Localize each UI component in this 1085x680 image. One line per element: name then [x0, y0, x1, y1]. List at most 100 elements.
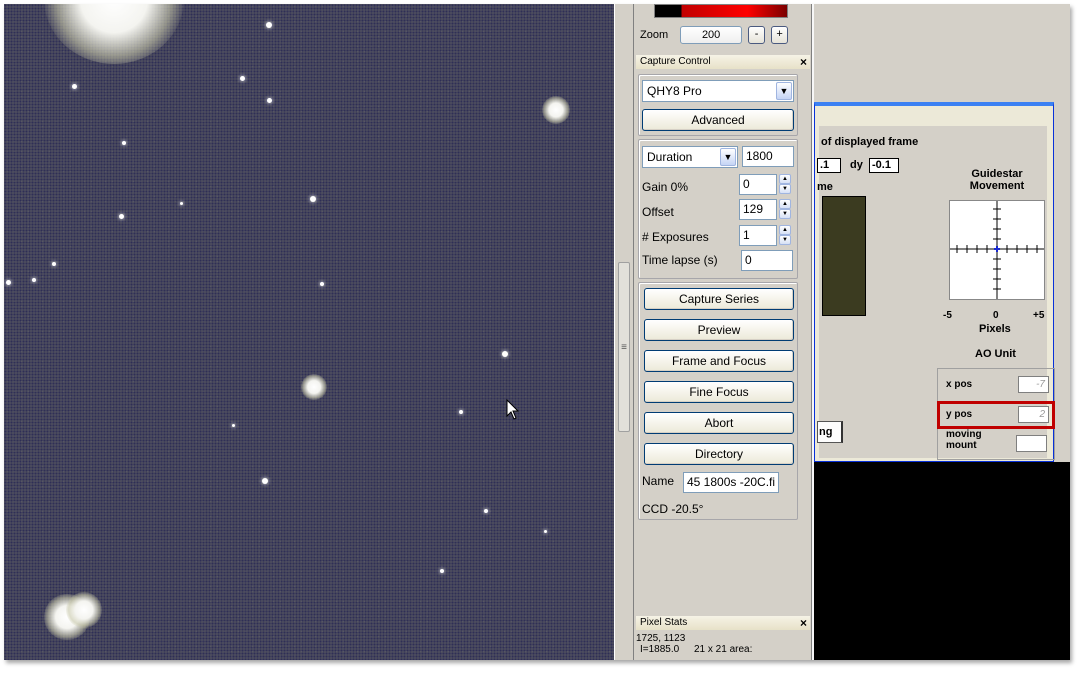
abort-button[interactable]: Abort [644, 412, 794, 434]
zoom-input[interactable]: 200 [680, 26, 743, 44]
bright-star-pair [66, 592, 102, 628]
duration-input[interactable]: 1800 [742, 146, 794, 167]
star [266, 22, 272, 28]
preview-button[interactable]: Preview [644, 319, 794, 341]
directory-button[interactable]: Directory [644, 443, 794, 465]
capture-buttons-group: Capture Series Preview Frame and Focus F… [638, 282, 798, 520]
dx-field[interactable]: .1 [817, 158, 841, 173]
axis-zero-label: 0 [993, 310, 999, 321]
exposures-spinner[interactable]: ▲ ▼ [779, 225, 791, 246]
moving-label-line2: mount [946, 440, 977, 451]
spin-down-icon[interactable]: ▼ [779, 184, 791, 194]
offset-label: Offset [642, 205, 674, 219]
x-pos-label: x pos [946, 379, 973, 390]
axis-pixels-label: Pixels [979, 323, 1011, 335]
chevron-down-icon[interactable]: ▼ [776, 82, 792, 100]
guide-frame-view[interactable] [822, 196, 866, 316]
guidestar-title: Guidestar Movement [947, 168, 1047, 192]
ccd-temperature: CCD -20.5° [642, 502, 704, 516]
close-icon[interactable]: × [800, 55, 807, 69]
star [267, 98, 272, 103]
spin-up-icon[interactable]: ▲ [779, 199, 791, 209]
camera-select-value: QHY8 Pro [647, 84, 702, 98]
zoom-out-button[interactable]: - [748, 26, 766, 44]
pixel-area: 21 x 21 area: [694, 644, 753, 655]
spin-up-icon[interactable]: ▲ [779, 174, 791, 184]
axis-max-label: +5 [1033, 310, 1045, 321]
star-image-view[interactable] [4, 4, 614, 660]
capture-series-button[interactable]: Capture Series [644, 288, 794, 310]
star [240, 76, 245, 81]
splitter-grip-icon[interactable]: ≡ [618, 262, 630, 432]
spin-up-icon[interactable]: ▲ [779, 225, 791, 235]
fine-focus-button[interactable]: Fine Focus [644, 381, 794, 403]
star [440, 569, 444, 573]
histogram[interactable] [654, 4, 788, 18]
y-pos-highlight [937, 401, 1055, 429]
guidestar-movement-graph [949, 200, 1045, 300]
black-background [814, 462, 1070, 660]
movement-crosshair-icon [950, 201, 1044, 299]
bright-galaxy [44, 4, 184, 64]
mouse-cursor-icon [506, 399, 520, 420]
timelapse-label: Time lapse (s) [642, 253, 718, 267]
moving-mount-field[interactable] [1016, 435, 1047, 452]
star [122, 141, 126, 145]
star [502, 351, 508, 357]
dy-label: dy [850, 159, 863, 171]
moving-label-line1: moving [946, 429, 982, 440]
panel-splitter[interactable]: ≡ [614, 4, 634, 660]
star [544, 530, 547, 533]
star [72, 84, 77, 89]
axis-min-label: -5 [943, 310, 952, 321]
offset-input[interactable]: 129 [739, 199, 777, 220]
zoom-row: Zoom 200 - + [640, 25, 789, 45]
camera-select[interactable]: QHY8 Pro ▼ [642, 80, 794, 102]
offset-spinner[interactable]: ▲ ▼ [779, 199, 791, 220]
star [459, 410, 463, 414]
exposures-label: # Exposures [642, 230, 709, 244]
side-panel: Zoom 200 - + Capture Control × QHY8 Pro … [634, 4, 812, 660]
star [310, 196, 316, 202]
close-icon[interactable]: × [800, 616, 807, 630]
gain-input[interactable]: 0 [739, 174, 777, 195]
star [119, 214, 124, 219]
star [52, 262, 56, 266]
spin-down-icon[interactable]: ▼ [779, 209, 791, 219]
frame-header: of displayed frame [821, 136, 919, 148]
pixel-intensity: I=1885.0 [640, 644, 680, 655]
star [320, 282, 324, 286]
background-strip [1054, 104, 1070, 464]
name-label: Name [642, 474, 675, 488]
x-pos-field[interactable]: -7 [1018, 376, 1049, 393]
pixel-stats-title: Pixel Stats × [636, 616, 810, 630]
star [32, 278, 36, 282]
gain-label: Gain 0% [642, 180, 689, 194]
star [6, 280, 11, 285]
duration-select[interactable]: Duration ▼ [642, 146, 738, 168]
dy-field[interactable]: -0.1 [869, 158, 899, 173]
pixel-stats-body: 1725, 1123 I=1885.0 21 x 21 area: [636, 633, 810, 655]
camera-group: QHY8 Pro ▼ Advanced [638, 74, 798, 136]
timelapse-input[interactable]: 0 [741, 250, 793, 271]
partial-button[interactable]: ng [817, 421, 843, 443]
advanced-button[interactable]: Advanced [642, 109, 794, 131]
zoom-in-button[interactable]: + [771, 26, 789, 44]
capture-control-title-text: Capture Control [640, 56, 711, 67]
star [262, 478, 268, 484]
ao-unit-title: AO Unit [975, 348, 1016, 360]
exposures-input[interactable]: 1 [739, 225, 777, 246]
star [180, 202, 183, 205]
moving-mount-label: moving mount [946, 429, 982, 451]
chevron-down-icon[interactable]: ▼ [720, 148, 736, 166]
guidestar-title-text: Guidestar [971, 168, 1023, 180]
bright-star [542, 96, 570, 124]
guide-dialog-body: of displayed frame .1 dy -0.1 me Guidest… [817, 126, 1055, 460]
gain-spinner[interactable]: ▲ ▼ [779, 174, 791, 195]
filename-input[interactable]: 45 1800s -20C.fi [683, 472, 779, 493]
capture-control-title: Capture Control × [636, 55, 810, 69]
zoom-label: Zoom [640, 29, 669, 41]
spin-down-icon[interactable]: ▼ [779, 235, 791, 245]
pixel-info-row: I=1885.0 21 x 21 area: [636, 644, 810, 655]
frame-and-focus-button[interactable]: Frame and Focus [644, 350, 794, 372]
